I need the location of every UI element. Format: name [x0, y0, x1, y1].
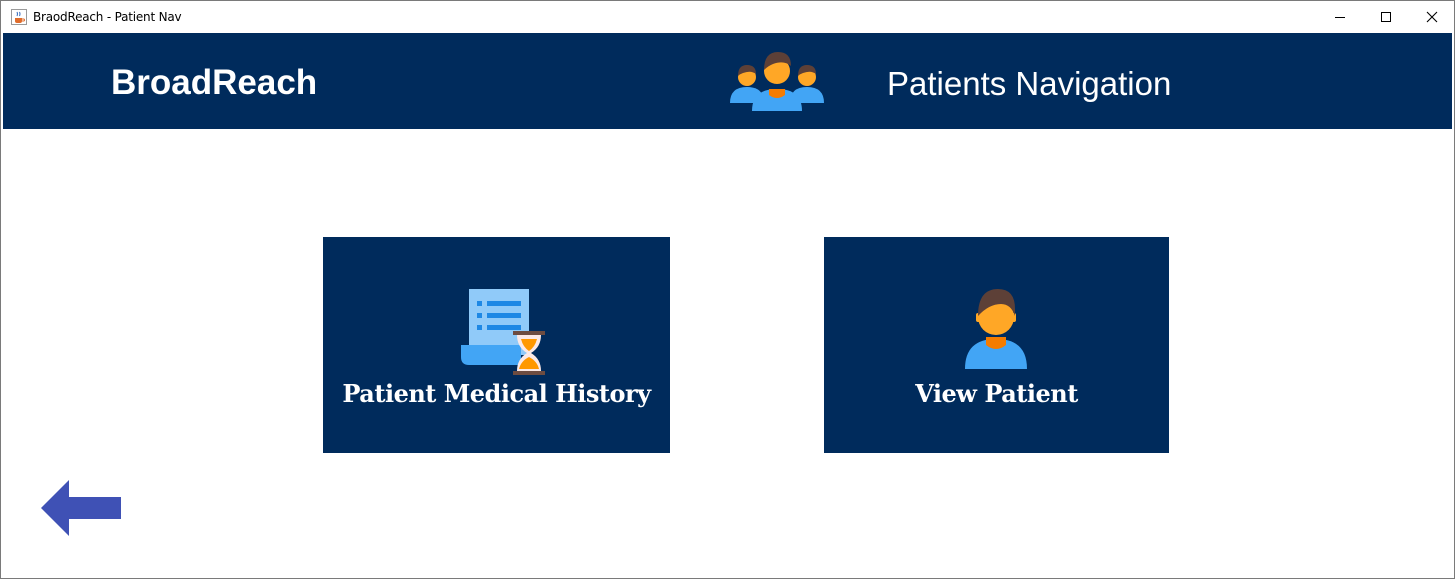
minimize-button[interactable]: [1317, 1, 1363, 32]
patients-group-icon: [730, 52, 824, 111]
brand-title: BroadReach: [111, 63, 318, 102]
app-window: BraodReach - Patient Nav BroadReach Pati…: [0, 0, 1455, 579]
page-title: Patients Navigation: [887, 65, 1172, 102]
java-cup-icon: [11, 9, 27, 25]
title-bar: BraodReach - Patient Nav: [1, 1, 1454, 32]
view-patient-label: View Patient: [915, 379, 1078, 408]
back-arrow-icon[interactable]: [39, 479, 123, 537]
patient-icon: [965, 289, 1027, 369]
minimize-icon: [1335, 16, 1345, 18]
maximize-button[interactable]: [1363, 1, 1409, 32]
patient-medical-history-label: Patient Medical History: [342, 379, 651, 408]
close-icon: [1426, 11, 1438, 22]
close-button[interactable]: [1409, 1, 1454, 32]
view-patient-button[interactable]: View Patient: [824, 237, 1169, 453]
patient-medical-history-button[interactable]: Patient Medical History: [323, 237, 670, 453]
window-title: BraodReach - Patient Nav: [33, 10, 182, 24]
header-banner: BroadReach Patients Navigation: [3, 33, 1452, 129]
maximize-icon: [1381, 11, 1391, 22]
medical-history-icon: [461, 289, 545, 375]
